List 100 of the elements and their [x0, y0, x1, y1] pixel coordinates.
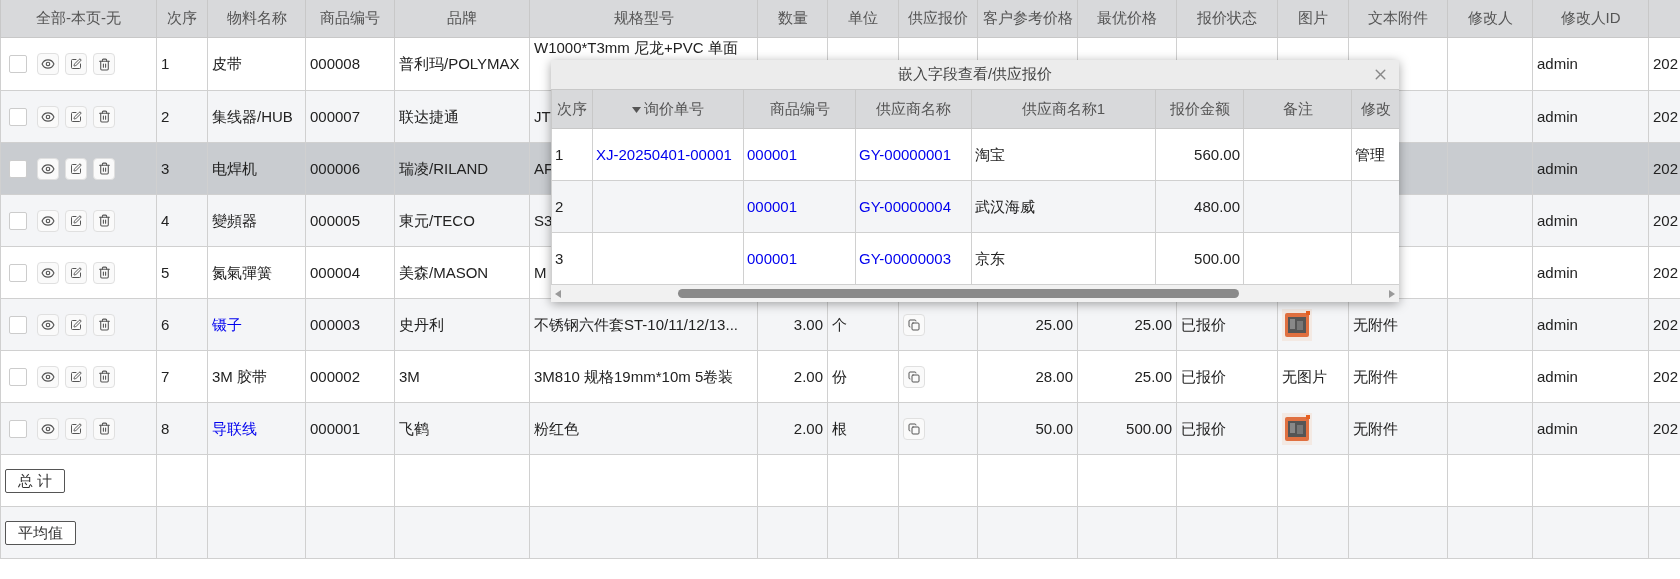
column-header: 文本附件 — [1368, 9, 1428, 26]
table-cell-text: JT — [534, 107, 551, 125]
row-cell[interactable] — [0, 194, 157, 247]
table-cell-text: 7 — [161, 367, 170, 385]
view-icon[interactable] — [37, 157, 59, 180]
table-cell-text: 202 — [1653, 159, 1679, 177]
table-cell-text: 480.00 — [1194, 197, 1240, 215]
edit-icon[interactable] — [65, 313, 87, 336]
table-cell-text: 000005 — [310, 211, 361, 229]
column-header: 最优价格 — [1097, 9, 1157, 26]
row-checkbox[interactable] — [9, 211, 27, 230]
table-cell-text: 東元/TECO — [399, 211, 475, 229]
column-header: 品牌 — [447, 9, 477, 26]
trash-icon[interactable] — [93, 105, 115, 128]
row-checkbox[interactable] — [9, 315, 27, 334]
view-icon[interactable] — [37, 417, 59, 440]
table-cell-text: 联达捷通 — [399, 107, 459, 125]
table-cell-text: 个 — [832, 315, 847, 333]
edit-icon[interactable] — [65, 105, 87, 128]
trash-icon[interactable] — [93, 417, 115, 440]
column-header: 图片 — [1298, 9, 1328, 26]
link-text[interactable]: 000001 — [747, 249, 798, 267]
table-cell-text: 3 — [555, 249, 564, 267]
table-cell-text: 氮氣彈簧 — [212, 263, 272, 281]
row-checkbox[interactable] — [9, 55, 27, 73]
row-cell[interactable] — [0, 402, 157, 455]
edit-icon[interactable] — [65, 417, 87, 440]
table-cell-text: 500.00 — [1126, 419, 1172, 437]
table-cell-text: 不锈钢六件套ST-10/11/12/13... — [534, 315, 738, 333]
table-cell-text: admin — [1537, 211, 1578, 229]
trash-icon[interactable] — [93, 157, 115, 180]
view-icon[interactable] — [37, 261, 59, 284]
table-cell-text: 000007 — [310, 107, 361, 125]
table-cell-text: 集线器/HUB — [212, 107, 293, 125]
row-cell[interactable] — [0, 246, 157, 299]
summary-button[interactable]: 平均值 — [5, 520, 76, 545]
table-cell-text: 8 — [161, 419, 170, 437]
table-cell-text: 202 — [1653, 211, 1679, 229]
table-cell-text: 25.00 — [1134, 315, 1172, 333]
row-checkbox[interactable] — [9, 263, 27, 282]
trash-icon[interactable] — [93, 365, 115, 388]
row-checkbox[interactable] — [9, 159, 27, 178]
material-link[interactable]: 导联线 — [212, 419, 257, 437]
trash-icon[interactable] — [93, 313, 115, 336]
table-cell-text: 560.00 — [1194, 145, 1240, 163]
link-text[interactable]: 000001 — [747, 145, 798, 163]
table-cell-text: 皮带 — [212, 55, 242, 72]
table-cell-text: 000008 — [310, 55, 361, 72]
column-header: 次序 — [557, 99, 587, 117]
row-checkbox[interactable] — [9, 419, 27, 438]
edit-icon[interactable] — [65, 53, 87, 75]
table-cell-text: 已报价 — [1181, 367, 1226, 385]
table-cell-text: 3M 胶带 — [212, 367, 267, 385]
trash-icon[interactable] — [93, 53, 115, 75]
table-cell-text: 飞鹤 — [399, 419, 429, 437]
table-cell-text: 管理 — [1355, 145, 1385, 163]
column-header: 客户参考价格 — [982, 9, 1073, 26]
column-header: 供应报价 — [908, 9, 968, 26]
table-cell-text: 28.00 — [1035, 367, 1073, 385]
column-header: 单位 — [848, 9, 878, 26]
table-cell-text: 500.00 — [1194, 249, 1240, 267]
table-cell-text: 2.00 — [793, 367, 823, 385]
column-header: 备注 — [1282, 99, 1313, 117]
column-header: 供应商名称1 — [1021, 99, 1106, 117]
table-cell-text: 无附件 — [1353, 419, 1398, 437]
table-cell-text: 已报价 — [1181, 315, 1226, 333]
row-cell[interactable] — [0, 350, 157, 403]
summary-button[interactable]: 总 计 — [5, 468, 66, 493]
edit-icon[interactable] — [65, 261, 87, 284]
table-cell-text: 3 — [161, 159, 170, 177]
material-link[interactable]: 镊子 — [212, 315, 242, 333]
horizontal-scrollbar[interactable] — [551, 285, 1399, 302]
selected-row-cell[interactable] — [0, 142, 157, 195]
table-cell-text: AF — [534, 159, 554, 177]
view-icon[interactable] — [37, 105, 59, 128]
trash-icon[interactable] — [93, 261, 115, 284]
edit-icon[interactable] — [65, 157, 87, 180]
view-icon[interactable] — [37, 365, 59, 388]
row-checkbox[interactable] — [9, 367, 27, 386]
view-icon[interactable] — [37, 209, 59, 232]
table-cell-text: 3.00 — [793, 315, 823, 333]
row-cell[interactable] — [0, 90, 157, 143]
view-icon[interactable] — [37, 53, 59, 75]
row-cell[interactable] — [0, 37, 157, 91]
table-cell-text: 份 — [832, 367, 847, 385]
row-cell[interactable] — [0, 298, 157, 351]
link-text[interactable]: 000001 — [747, 197, 798, 215]
edit-icon[interactable] — [65, 209, 87, 232]
edit-icon[interactable] — [65, 365, 87, 388]
view-icon[interactable] — [37, 313, 59, 336]
column-header: 商品编号 — [769, 99, 830, 117]
column-header: 规格型号 — [613, 9, 674, 26]
trash-icon[interactable] — [93, 209, 115, 232]
table-cell-text: admin — [1537, 315, 1578, 333]
row-checkbox[interactable] — [9, 107, 27, 126]
column-header: 修改 — [1360, 99, 1391, 117]
sort-caret-icon[interactable] — [632, 106, 641, 113]
table-cell-text: admin — [1537, 419, 1578, 437]
scrollbar-thumb[interactable] — [678, 289, 1239, 298]
column-header: 修改人 — [1467, 9, 1513, 26]
